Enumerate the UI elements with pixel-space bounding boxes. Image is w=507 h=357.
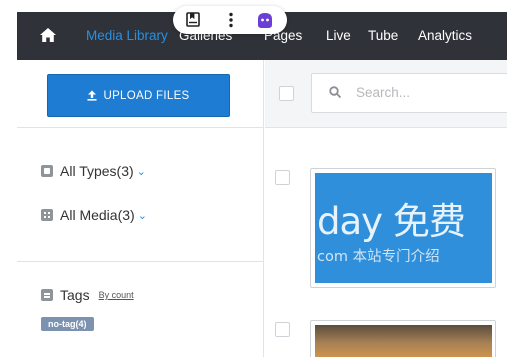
media-item-checkbox[interactable] (275, 322, 290, 337)
more-vertical-icon[interactable] (228, 12, 234, 28)
thumbnail-subtext: com 本站专门介绍 (317, 249, 440, 265)
main-content: day 免费 com 本站专门介绍 (265, 60, 507, 357)
filter-all-media[interactable]: All Media(3) ⌄ (41, 207, 147, 223)
sidebar: UPLOAD FILES All Types(3) ⌄ All Media(3)… (17, 60, 264, 357)
filter-all-types[interactable]: All Types(3) ⌄ (41, 163, 146, 179)
tags-section-header: Tags By count (41, 287, 134, 303)
select-all-checkbox[interactable] (279, 86, 294, 101)
filter-all-types-label: All Types(3) (60, 163, 134, 179)
sort-by-count-link[interactable]: By count (99, 290, 134, 300)
home-icon[interactable] (39, 27, 57, 43)
nav-media-library[interactable]: Media Library (86, 28, 168, 43)
tags-heading: Tags (60, 287, 90, 303)
upload-icon (87, 90, 97, 101)
media-item-card[interactable]: day 免费 com 本站专门介绍 (310, 168, 496, 288)
upload-files-button[interactable]: UPLOAD FILES (47, 74, 230, 117)
bookmark-icon[interactable] (186, 12, 200, 27)
tag-icon (41, 289, 53, 301)
thumbnail-text: day 免费 (317, 200, 466, 243)
media-grid-icon (41, 209, 53, 221)
upload-files-label: UPLOAD FILES (103, 89, 190, 102)
search-box (311, 73, 507, 113)
search-input[interactable] (356, 85, 496, 100)
file-type-icon (41, 165, 53, 177)
chevron-down-icon[interactable]: ⌄ (137, 165, 146, 178)
media-thumbnail (315, 325, 492, 357)
search-icon (329, 86, 342, 99)
filter-all-media-label: All Media(3) (60, 207, 135, 223)
floating-toolbar (173, 6, 287, 34)
media-toolbar (265, 60, 507, 128)
sidebar-divider (17, 127, 264, 128)
media-item-card[interactable] (310, 320, 496, 357)
nav-analytics[interactable]: Analytics (418, 28, 472, 43)
tag-badge[interactable]: no-tag(4) (41, 317, 94, 331)
nav-live[interactable]: Live (326, 28, 351, 43)
chevron-down-icon[interactable]: ⌄ (138, 209, 147, 222)
media-thumbnail: day 免费 com 本站专门介绍 (315, 173, 492, 283)
media-item-checkbox[interactable] (275, 170, 290, 185)
extension-icon[interactable] (256, 12, 274, 29)
sidebar-divider (17, 261, 264, 262)
nav-tube[interactable]: Tube (368, 28, 398, 43)
